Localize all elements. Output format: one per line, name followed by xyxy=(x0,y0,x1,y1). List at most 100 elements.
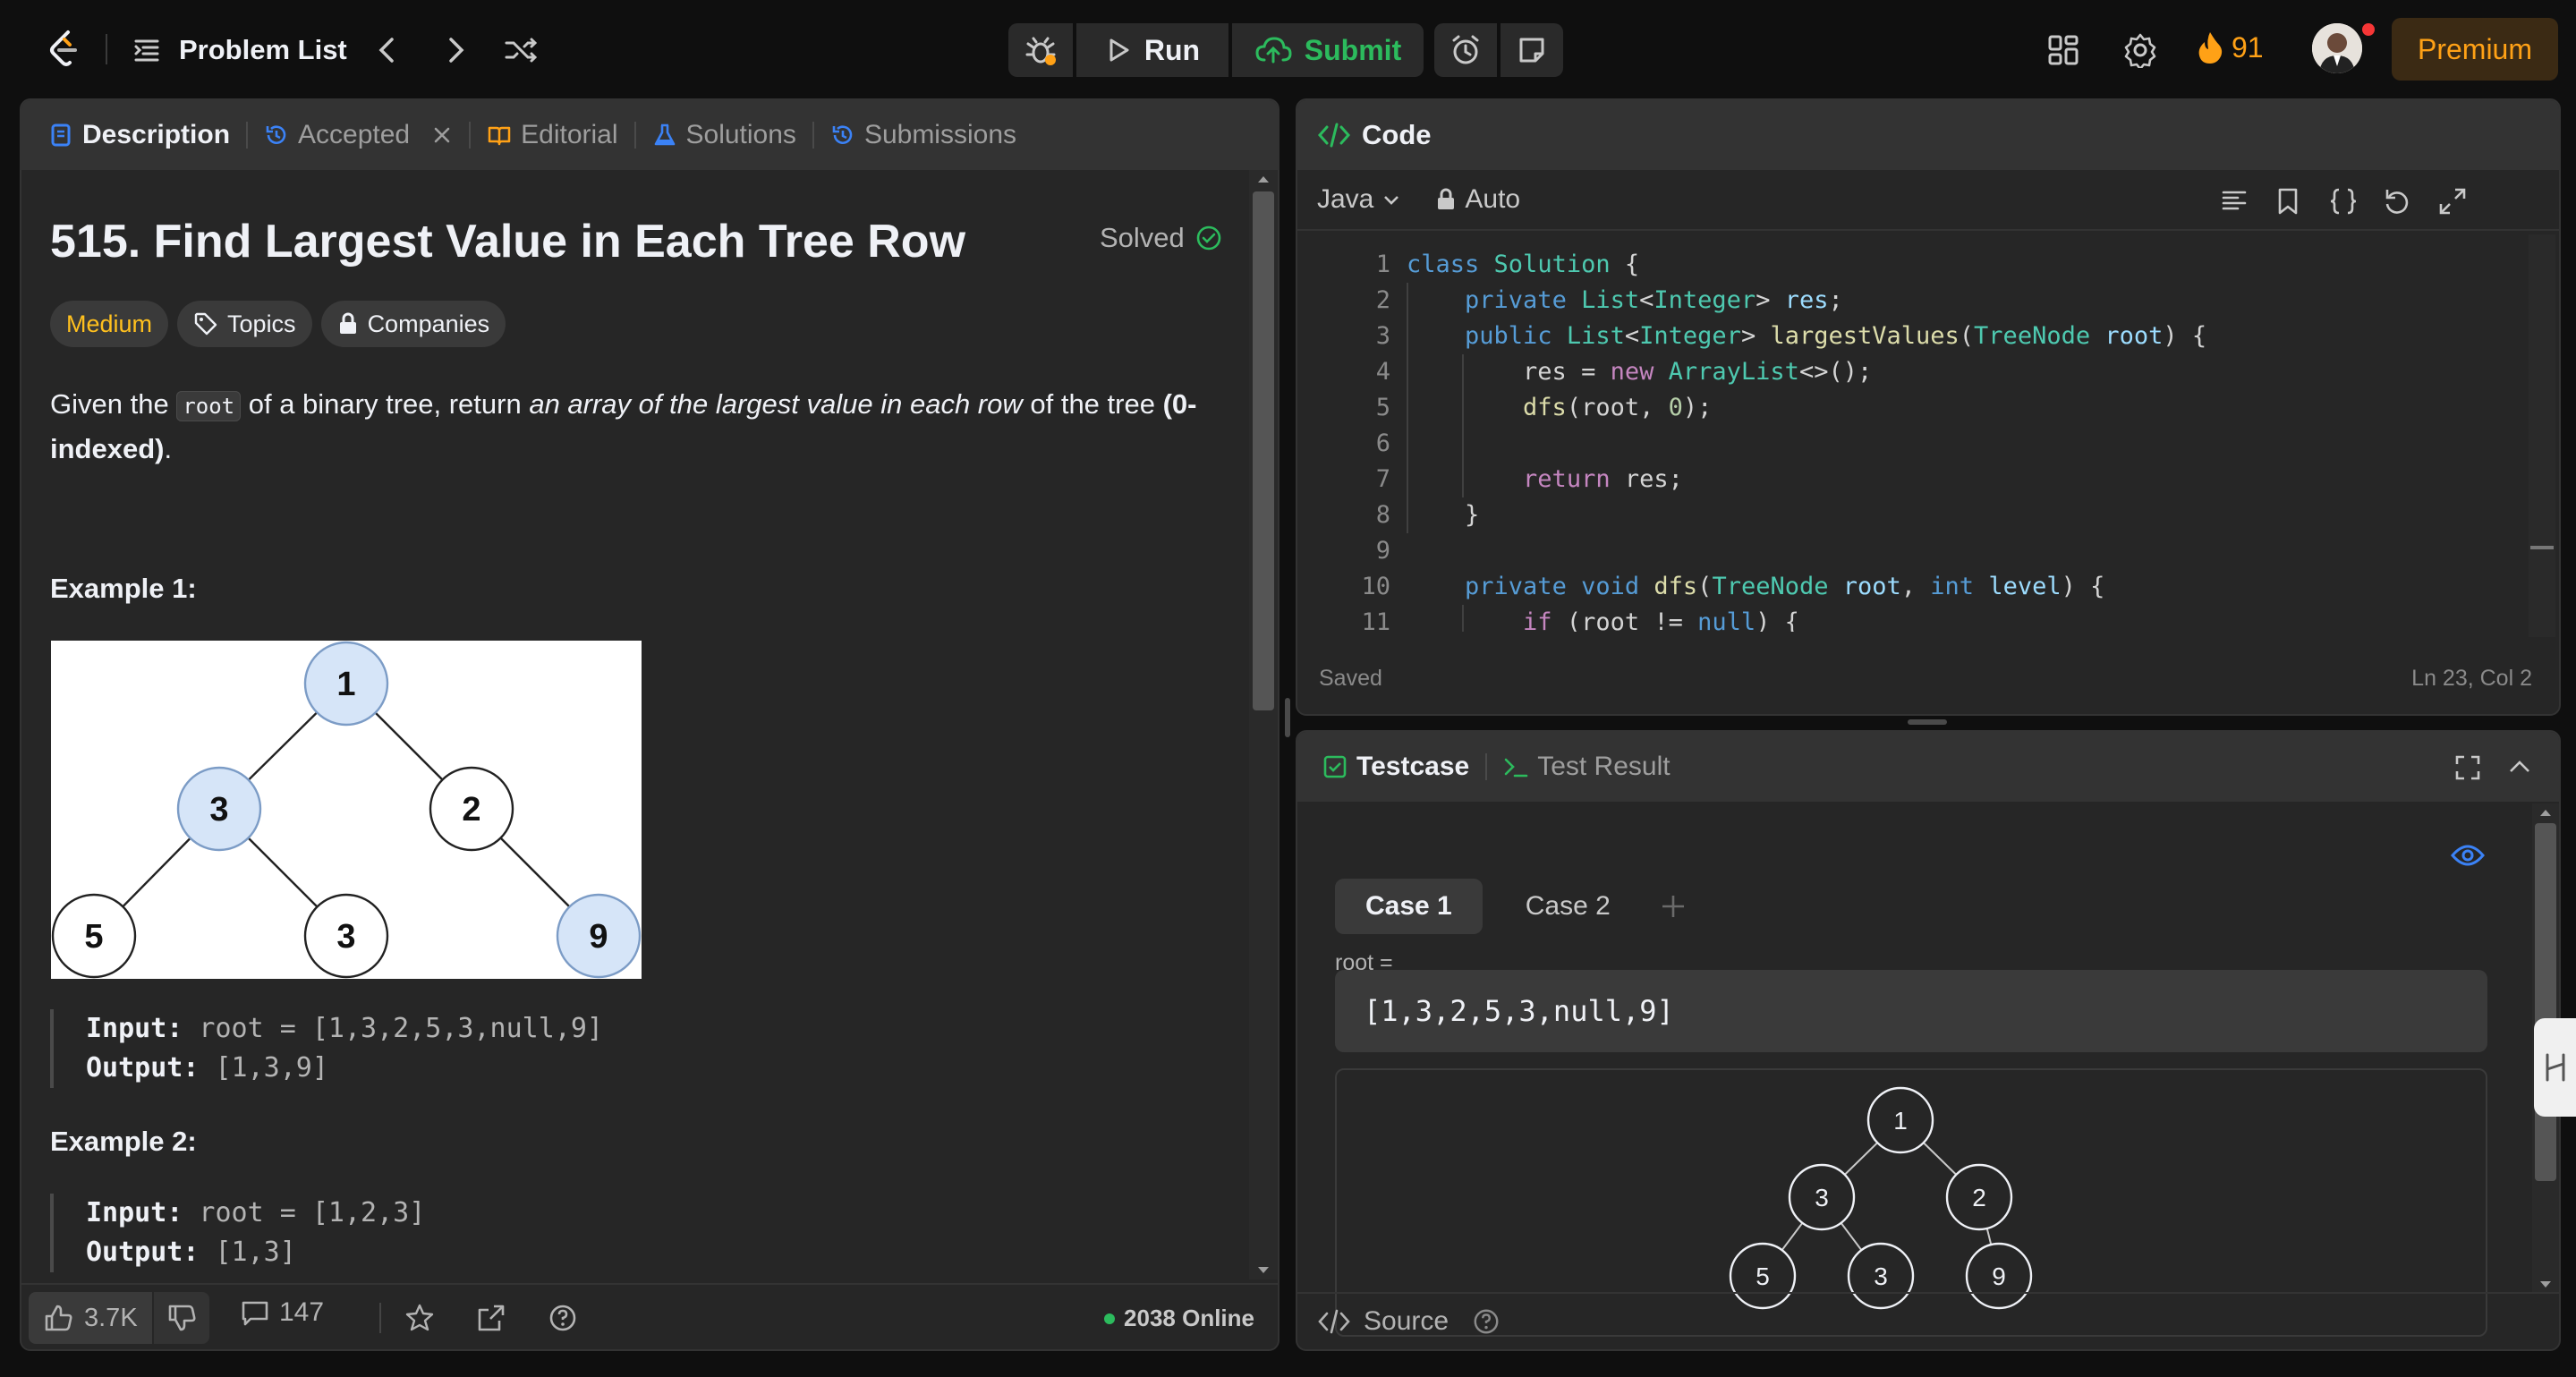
like-count: 3.7K xyxy=(84,1303,138,1332)
topics-chip[interactable]: Topics xyxy=(177,301,312,347)
plus-icon[interactable] xyxy=(1659,892,1688,921)
chevron-right-icon[interactable] xyxy=(437,32,472,68)
scroll-up-icon[interactable] xyxy=(1249,170,1278,188)
like-button[interactable]: 3.7K xyxy=(29,1292,152,1344)
chevron-left-icon[interactable] xyxy=(370,32,406,68)
comments-button[interactable]: 147 xyxy=(240,1297,324,1328)
case-1-tab[interactable]: Case 1 xyxy=(1335,879,1483,934)
language-select[interactable]: Java xyxy=(1317,184,1402,215)
code-title: Code xyxy=(1362,119,1432,150)
tab-submissions-label: Submissions xyxy=(863,120,1017,149)
scroll-down-icon[interactable] xyxy=(2532,1276,2559,1294)
tree-node-value: 2 xyxy=(462,791,480,829)
run-button[interactable]: Run xyxy=(1076,23,1228,77)
premium-button[interactable]: Premium xyxy=(2392,18,2558,81)
code-editor[interactable]: 1 2 3 4 5 6 7 8 9 10 11 class Solution {… xyxy=(1296,247,2521,632)
horizontal-resize-handle[interactable] xyxy=(1908,719,1947,725)
tab-divider xyxy=(633,122,636,149)
online-label: 2038 Online xyxy=(1124,1305,1254,1331)
description-scrollbar[interactable] xyxy=(1249,170,1278,1279)
tab-divider xyxy=(812,122,814,149)
tab-testcase[interactable]: Testcase xyxy=(1322,732,1469,802)
example1-io: Input: root = [1,3,2,5,3,null,9] Output:… xyxy=(50,1009,603,1088)
tab-accepted[interactable]: Accepted xyxy=(264,100,453,170)
case-1-label: Case 1 xyxy=(1365,891,1452,921)
history-icon xyxy=(266,125,286,144)
statement-text: of a binary tree, return xyxy=(241,388,530,420)
testcase-tabs: Testcase Test Result xyxy=(1297,732,2559,802)
gear-icon[interactable] xyxy=(2122,32,2158,68)
streak-counter[interactable]: 91 xyxy=(2196,30,2264,64)
scroll-thumb[interactable] xyxy=(1253,191,1274,710)
lock-icon xyxy=(339,312,356,334)
expand-icon[interactable] xyxy=(2437,186,2468,217)
output-label: Output: xyxy=(86,1052,200,1084)
testcase-input[interactable]: [1,3,2,5,3,null,9] xyxy=(1335,970,2487,1052)
bookmark-icon[interactable] xyxy=(2273,186,2303,217)
line-number: 11 xyxy=(1361,608,1390,632)
tab-submissions[interactable]: Submissions xyxy=(830,100,1016,170)
close-icon[interactable] xyxy=(431,124,453,146)
tab-divider xyxy=(469,122,472,149)
input-label: Input: xyxy=(86,1013,183,1044)
line-number: 8 xyxy=(1375,501,1390,529)
fullscreen-icon[interactable] xyxy=(2453,753,2482,782)
output-value: [1,3] xyxy=(199,1237,296,1268)
tab-description[interactable]: Description xyxy=(48,100,230,170)
timer-button[interactable] xyxy=(1434,23,1497,77)
mode-label: Auto xyxy=(1465,184,1521,214)
submit-button[interactable]: Submit xyxy=(1232,23,1424,77)
format-icon[interactable] xyxy=(2219,186,2249,217)
star-icon[interactable] xyxy=(404,1303,435,1333)
code-line: private void dfs(TreeNode root, int leve… xyxy=(1465,573,2105,600)
description-icon xyxy=(51,123,71,147)
code-line: class Solution { xyxy=(1407,251,1640,278)
layout-grid-icon[interactable] xyxy=(2045,32,2081,68)
help-icon[interactable] xyxy=(548,1303,578,1333)
online-count: 2038 Online xyxy=(1104,1305,1254,1332)
source-button[interactable]: Source xyxy=(1317,1306,1449,1337)
tree-node-value: 3 xyxy=(336,918,355,956)
help-icon[interactable] xyxy=(1472,1307,1501,1336)
avatar[interactable] xyxy=(2312,23,2362,73)
tag-icon xyxy=(194,312,217,336)
leetcode-logo-icon[interactable] xyxy=(43,29,84,70)
companies-chip[interactable]: Companies xyxy=(320,301,506,347)
notes-button[interactable] xyxy=(1501,23,1563,77)
scroll-thumb[interactable] xyxy=(2535,823,2556,1181)
case-2-tab[interactable]: Case 2 xyxy=(1495,879,1641,934)
auto-mode[interactable]: Auto xyxy=(1436,184,1520,215)
solved-label: Solved xyxy=(1100,222,1185,253)
description-footer: 3.7K 147 2038 Online xyxy=(21,1283,1278,1349)
problem-list-button[interactable]: Problem List xyxy=(131,30,347,70)
testcase-footer: Source xyxy=(1297,1292,2559,1349)
terminal-icon xyxy=(1504,758,1528,778)
problem-list-label: Problem List xyxy=(179,34,347,65)
tab-editorial[interactable]: Editorial xyxy=(487,100,618,170)
share-icon[interactable] xyxy=(476,1303,506,1333)
reset-icon[interactable] xyxy=(2382,186,2412,217)
line-number: 4 xyxy=(1375,358,1390,386)
line-number: 9 xyxy=(1375,537,1390,565)
cursor-position: Ln 23, Col 2 xyxy=(2411,666,2532,691)
shuffle-icon[interactable] xyxy=(503,32,539,68)
vertical-resize-handle[interactable] xyxy=(1285,698,1290,737)
tab-test-result[interactable]: Test Result xyxy=(1503,732,1671,802)
scroll-up-icon[interactable] xyxy=(2532,803,2559,821)
braces-icon[interactable] xyxy=(2328,186,2359,217)
editor-toolbar: Java Auto xyxy=(1297,170,2559,231)
flask-icon xyxy=(654,123,675,146)
fire-icon xyxy=(2198,32,2223,64)
chevron-up-icon[interactable] xyxy=(2505,753,2534,782)
scroll-down-icon[interactable] xyxy=(1249,1262,1278,1279)
eye-icon[interactable] xyxy=(2450,841,2486,870)
debug-button[interactable] xyxy=(1008,23,1073,77)
dislike-button[interactable] xyxy=(153,1292,209,1344)
topics-label: Topics xyxy=(227,310,296,337)
submit-label: Submit xyxy=(1304,33,1402,66)
book-icon xyxy=(488,126,511,146)
side-widget[interactable] xyxy=(2534,1018,2576,1117)
description-tabs: Description Accepted Editorial Solutions… xyxy=(21,100,1278,170)
tab-solutions[interactable]: Solutions xyxy=(652,100,796,170)
code-scrollbar[interactable] xyxy=(2529,234,2555,637)
